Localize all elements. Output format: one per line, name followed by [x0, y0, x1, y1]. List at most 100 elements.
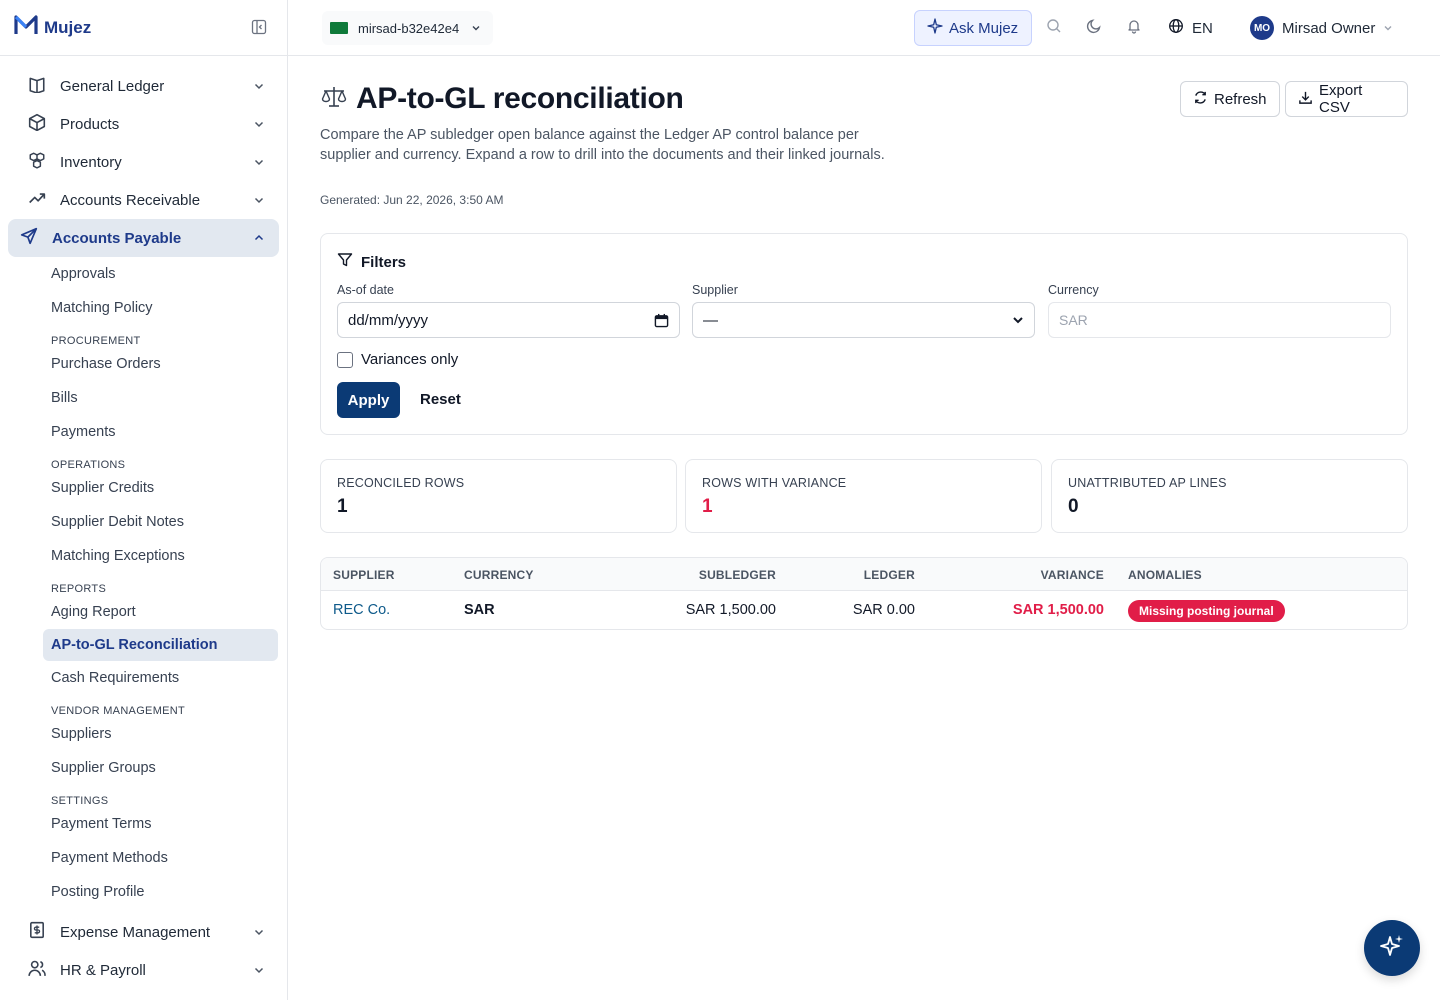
- sidebar-group-accounts-payable[interactable]: Accounts Payable: [8, 219, 279, 257]
- asof-date-input[interactable]: dd/mm/yyyy: [337, 302, 680, 338]
- sidebar-item-suppliers[interactable]: Suppliers: [0, 717, 287, 751]
- sidebar-section-vendor-management: VENDOR MANAGEMENT: [51, 705, 186, 717]
- supplier-label: Supplier: [692, 283, 738, 297]
- sidebar-group-label: Accounts Receivable: [60, 191, 201, 209]
- column-header-ledger[interactable]: LEDGER: [864, 568, 915, 582]
- globe-icon: [1168, 18, 1184, 38]
- sidebar-group-accounts-receivable[interactable]: Accounts Receivable: [8, 181, 279, 219]
- variances-only-label: Variances only: [361, 351, 459, 368]
- scale-icon: [320, 83, 348, 116]
- currency-label: Currency: [1048, 283, 1099, 297]
- language-switcher[interactable]: EN: [1168, 18, 1213, 38]
- ai-assistant-fab[interactable]: [1364, 920, 1420, 976]
- sidebar: Mujez General Ledger Products Inventory Acc…: [0, 0, 288, 1000]
- sidebar-nav: General Ledger Products Inventory Accounts …: [0, 56, 287, 989]
- sidebar-item-matching-exceptions[interactable]: Matching Exceptions: [0, 539, 287, 573]
- filters-title: Filters: [337, 252, 406, 272]
- refresh-button[interactable]: Refresh: [1180, 81, 1280, 117]
- asof-date-label: As-of date: [337, 283, 394, 297]
- export-csv-button[interactable]: Export CSV: [1285, 81, 1408, 117]
- supplier-select[interactable]: —: [692, 302, 1035, 338]
- sidebar-item-cash-requirements[interactable]: Cash Requirements: [0, 661, 287, 695]
- language-label: EN: [1192, 19, 1213, 37]
- sidebar-section-reports: REPORTS: [51, 583, 107, 595]
- filters-title-label: Filters: [361, 253, 407, 271]
- variances-only-checkbox[interactable]: Variances only: [337, 351, 458, 368]
- tenant-name: mirsad-b32e42e4: [358, 20, 460, 36]
- sidebar-item-matching-policy[interactable]: Matching Policy: [0, 291, 287, 325]
- sidebar-group-general-ledger[interactable]: General Ledger: [8, 67, 279, 105]
- tenant-switcher[interactable]: mirsad-b32e42e4: [322, 11, 494, 45]
- boxes-icon: [28, 151, 46, 174]
- chevron-down-icon: [253, 925, 265, 943]
- sidebar-item-payment-methods[interactable]: Payment Methods: [0, 841, 287, 875]
- stat-label: ROWS WITH VARIANCE: [702, 476, 847, 490]
- users-icon: [28, 959, 46, 982]
- column-header-anomalies[interactable]: ANOMALIES: [1128, 568, 1202, 582]
- sidebar-item-bills[interactable]: Bills: [0, 381, 287, 415]
- export-csv-label: Export CSV: [1319, 82, 1363, 116]
- stat-card-unattributed: UNATTRIBUTED AP LINES 0: [1051, 459, 1408, 533]
- currency-cell: SAR: [464, 602, 495, 618]
- sidebar-item-posting-profile[interactable]: Posting Profile: [0, 875, 287, 909]
- search-icon[interactable]: [1046, 18, 1062, 39]
- sidebar-collapse-icon[interactable]: [251, 19, 267, 40]
- filter-icon: [337, 252, 353, 272]
- sidebar-item-aging-report[interactable]: Aging Report: [0, 595, 287, 629]
- ask-mujez-label: Ask Mujez: [949, 19, 1019, 37]
- subledger-cell: SAR 1,500.00: [685, 602, 776, 618]
- currency-input[interactable]: SAR: [1048, 302, 1391, 338]
- sidebar-item-supplier-credits[interactable]: Supplier Credits: [0, 471, 287, 505]
- moon-icon[interactable]: [1086, 18, 1102, 39]
- sidebar-item-purchase-orders[interactable]: Purchase Orders: [0, 347, 287, 381]
- page-header: AP-to-GL reconciliation: [320, 82, 684, 116]
- stat-card-reconciled: RECONCILED ROWS 1: [320, 459, 677, 533]
- ask-mujez-button[interactable]: Ask Mujez: [914, 10, 1032, 46]
- variance-cell: SAR 1,500.00: [1012, 602, 1104, 618]
- calendar-icon[interactable]: [654, 313, 669, 332]
- bell-icon[interactable]: [1126, 18, 1142, 39]
- avatar: MO: [1250, 16, 1274, 40]
- filters-panel: Filters As-of date dd/mm/yyyy Supplier —…: [320, 233, 1408, 435]
- download-icon: [1298, 90, 1313, 109]
- supplier-link[interactable]: REC Co.: [333, 602, 390, 618]
- column-header-subledger[interactable]: SUBLEDGER: [699, 568, 776, 582]
- page-title: AP-to-GL reconciliation: [356, 82, 684, 115]
- asof-date-placeholder: dd/mm/yyyy: [348, 311, 429, 329]
- refresh-icon: [1193, 90, 1208, 109]
- supplier-selected-value: —: [703, 311, 718, 329]
- reconciliation-table: SUPPLIER CURRENCY SUBLEDGER LEDGER VARIA…: [320, 557, 1408, 630]
- sidebar-item-payments[interactable]: Payments: [0, 415, 287, 449]
- sidebar-group-hr-and-payroll[interactable]: HR & Payroll: [8, 951, 279, 989]
- apply-button[interactable]: Apply: [337, 382, 400, 418]
- sidebar-item-supplier-groups[interactable]: Supplier Groups: [0, 751, 287, 785]
- column-header-variance[interactable]: VARIANCE: [1041, 568, 1104, 582]
- user-menu[interactable]: MO Mirsad Owner: [1250, 16, 1393, 40]
- brand-name: Mujez: [44, 17, 92, 37]
- chevron-down-icon: [1012, 313, 1024, 330]
- user-name: Mirsad Owner: [1282, 19, 1376, 37]
- chevron-up-icon: [253, 231, 265, 249]
- sidebar-item-approvals[interactable]: Approvals: [0, 257, 287, 291]
- sidebar-group-products[interactable]: Products: [8, 105, 279, 143]
- sparkles-icon: [927, 18, 943, 38]
- column-header-supplier[interactable]: SUPPLIER: [333, 568, 395, 582]
- anomaly-badge: Missing posting journal: [1128, 600, 1285, 622]
- reset-button[interactable]: Reset: [420, 391, 461, 408]
- sidebar-section-settings: SETTINGS: [51, 795, 109, 807]
- stat-label: UNATTRIBUTED AP LINES: [1068, 476, 1227, 490]
- sidebar-item-ap-to-gl-reconciliation[interactable]: AP-to-GL Reconciliation: [43, 629, 278, 661]
- checkbox-box[interactable]: [337, 351, 353, 368]
- sidebar-item-payment-terms[interactable]: Payment Terms: [0, 807, 287, 841]
- sidebar-group-expense-management[interactable]: Expense Management: [8, 913, 279, 951]
- sidebar-group-label: Accounts Payable: [52, 229, 182, 247]
- chevron-down-icon: [253, 79, 265, 97]
- top-bar: mirsad-b32e42e4 Ask Mujez EN MO Mirsad O…: [288, 0, 1440, 56]
- sidebar-group-inventory[interactable]: Inventory: [8, 143, 279, 181]
- sidebar-group-label: HR & Payroll: [60, 961, 146, 979]
- mujez-logo-icon: [14, 14, 38, 41]
- stat-card-variance: ROWS WITH VARIANCE 1: [685, 459, 1042, 533]
- table-header: SUPPLIER CURRENCY SUBLEDGER LEDGER VARIA…: [321, 558, 1407, 591]
- column-header-currency[interactable]: CURRENCY: [464, 568, 534, 582]
- sidebar-item-supplier-debit-notes[interactable]: Supplier Debit Notes: [0, 505, 287, 539]
